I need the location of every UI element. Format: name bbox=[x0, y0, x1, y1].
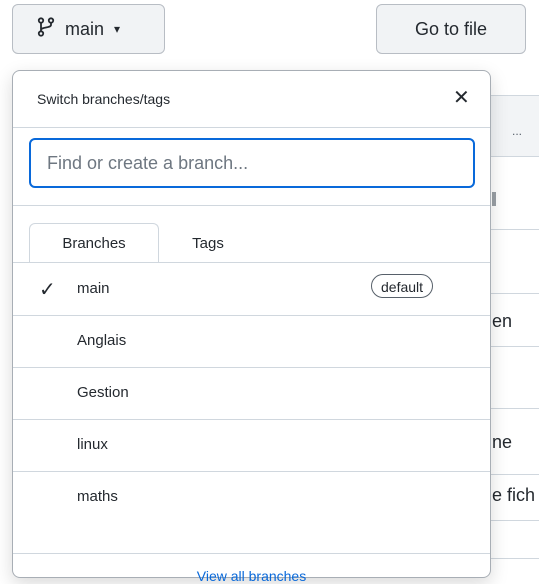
branch-item-linux[interactable]: linux bbox=[13, 420, 490, 472]
branch-search-input[interactable] bbox=[29, 138, 475, 188]
dropdown-title: Switch branches/tags bbox=[37, 91, 171, 107]
branch-item-maths[interactable]: maths bbox=[13, 472, 490, 524]
check-icon: ✓ bbox=[39, 279, 56, 301]
go-to-file-button[interactable]: Go to file bbox=[376, 4, 526, 54]
tab-branches[interactable]: Branches bbox=[29, 223, 159, 263]
branch-item-main[interactable]: ✓ main default bbox=[13, 264, 490, 316]
branch-name: linux bbox=[77, 436, 108, 453]
divider bbox=[13, 262, 490, 263]
divider bbox=[13, 205, 490, 206]
branch-item-anglais[interactable]: Anglais bbox=[13, 316, 490, 368]
background-text: en bbox=[492, 311, 513, 331]
branch-item-gestion[interactable]: Gestion bbox=[13, 368, 490, 420]
branch-switcher-dropdown: Switch branches/tags ✕ Branches Tags ✓ m… bbox=[12, 70, 491, 584]
more-icon: ... bbox=[512, 124, 523, 138]
branch-name: main bbox=[77, 280, 110, 297]
divider bbox=[13, 127, 490, 128]
branch-name: maths bbox=[77, 488, 118, 505]
tab-tags[interactable]: Tags bbox=[173, 223, 243, 263]
close-icon[interactable]: ✕ bbox=[453, 85, 470, 110]
background-text: e fich bbox=[492, 485, 536, 505]
branch-name: Gestion bbox=[77, 384, 129, 401]
background-fragment bbox=[492, 192, 496, 206]
default-badge: default bbox=[371, 274, 434, 298]
branch-button-label: main bbox=[65, 18, 105, 39]
divider bbox=[13, 553, 490, 554]
branch-name: Anglais bbox=[77, 332, 127, 349]
branch-select-button[interactable]: main ▾ bbox=[12, 4, 165, 54]
git-branch-icon bbox=[37, 16, 55, 42]
chevron-down-icon: ▾ bbox=[114, 22, 121, 36]
background-text: ne bbox=[492, 432, 513, 452]
